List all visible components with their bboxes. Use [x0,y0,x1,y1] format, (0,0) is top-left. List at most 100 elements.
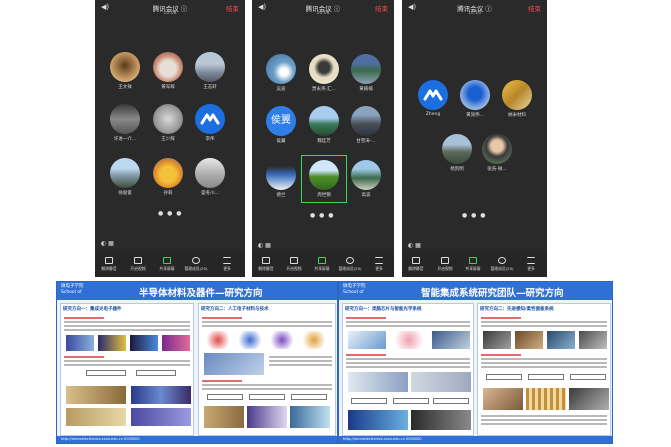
meeting-time: 10:08 [316,11,330,16]
poster-footer: http://microelectronics.xxxx.edu.cn 0000… [339,436,612,443]
avatar[interactable] [153,52,183,82]
end-meeting-button[interactable]: 结束 [375,3,388,13]
avatar[interactable] [351,106,381,136]
meeting-top-bar: ◀) 腾讯会议 ⓘ 10:08 结束 [95,0,245,18]
molecule-image [236,331,264,349]
avatar[interactable] [502,80,532,110]
panel-heading: 研究方向二：先进感知/柔性面板系统 [480,307,554,312]
avatar[interactable] [153,158,183,188]
poster-title: 智能集成系统研究团队—研究方向 [421,288,564,299]
tencent-meeting-logo-icon [423,89,443,101]
research-panel-2: 研究方向二：人工电子材料与技术 [198,303,336,436]
video-button[interactable]: 开启视频 [126,257,150,272]
participant-name: 李伟 [205,137,215,142]
manage-members-button[interactable]: 管理成员(20) [490,257,514,272]
more-button[interactable]: 更多 [367,257,391,272]
molecule-image [204,331,232,349]
array-image [526,388,566,410]
video-button[interactable]: 开启视频 [433,257,457,272]
molecule-image [300,331,328,349]
avatar[interactable] [195,52,225,82]
avatar[interactable] [482,134,512,164]
participant-name: 纳米材料 [508,113,526,118]
hand-icon[interactable]: ◐ ▦ [408,242,421,249]
avatar[interactable] [442,134,472,164]
participant-name: 许进一介... [113,137,137,142]
microscope-image [131,386,191,404]
research-panel-1: 研究方向一：集成光电子器件 [60,303,194,436]
participant-name: Zheng [425,112,441,117]
sensor-image [411,410,471,430]
participant-name: 贾永英-汇... [312,87,336,92]
participant-name: 王少辉 [161,137,175,142]
end-meeting-button[interactable]: 结束 [226,3,239,13]
hand-icon[interactable]: ◐ ▦ [258,242,271,249]
share-screen-button[interactable]: 共享屏幕 [461,257,485,272]
participant-name: 高波 [361,193,371,198]
manage-members-button[interactable]: 管理成员(20) [338,257,362,272]
poster-footer: http://microelectronics.xxxx.edu.cn 0000… [57,436,337,443]
avatar[interactable] [309,160,339,190]
participant-name: 德兰 [276,193,286,198]
page-indicator[interactable]: ● ● ● [158,210,183,217]
avatar[interactable] [309,106,339,136]
avatar[interactable] [266,54,296,84]
video-button[interactable]: 开启视频 [282,257,306,272]
meeting-toolbar: 解除静音 开启视频 共享屏幕 管理成员(20) 更多 [252,251,394,277]
poster-header: 微电子学院 School of 半导体材料及器件—研究方向 [57,282,337,300]
participant-name: 黄楠楠 [359,87,373,92]
research-panel-2: 研究方向二：先进感知/柔性面板系统 [477,303,611,436]
participant-name: 周世钢 [317,193,331,198]
more-button[interactable]: 更多 [519,257,543,272]
avatar[interactable] [110,52,140,82]
flexible-panel-image [569,388,609,410]
share-screen-button[interactable]: 共享屏幕 [310,257,334,272]
poster-title: 半导体材料及器件—研究方向 [139,288,263,299]
spectrum-image [162,335,190,351]
avatar[interactable] [309,54,339,84]
poster-header: 微电子学院 School of 智能集成系统研究团队—研究方向 [339,282,612,300]
participant-name: 孙莉 [163,191,173,196]
end-meeting-button[interactable]: 结束 [528,3,541,13]
share-screen-button[interactable]: 共享屏幕 [155,257,179,272]
photonic-chip-image [66,335,94,351]
avatar[interactable] [418,80,448,110]
avatar[interactable] [110,158,140,188]
more-button[interactable]: 更多 [215,257,239,272]
avatar[interactable]: 侯翼 [266,106,296,136]
avatar[interactable] [153,104,183,134]
avatar[interactable] [351,160,381,190]
participant-name: 杨凯明 [450,167,464,172]
participant-name: 甘雪涛-... [356,139,376,144]
hand-icon[interactable]: ◐ ▦ [101,240,114,247]
avatar[interactable] [195,158,225,188]
participant-name: 侯翼 [276,139,286,144]
page-indicator[interactable]: ● ● ● [462,212,487,219]
tencent-meeting-logo-icon [200,113,220,125]
neural-network-image [348,331,386,349]
meeting-top-bar: ◀) 腾讯会议 ⓘ 10:08 结束 [252,0,394,18]
sensor-device-image [579,331,607,349]
material-image [290,406,330,428]
unmute-button[interactable]: 解除静音 [254,257,278,272]
unmute-button[interactable]: 解除静音 [404,257,428,272]
phone-screen-2: ◀) 腾讯会议 ⓘ 10:08 结束 吴迪 贾永英-汇... 黄楠楠 侯翼 侯翼… [252,0,394,277]
sensor-device-image [547,331,575,349]
avatar[interactable] [266,160,296,190]
network-image [204,353,264,375]
school-logo: 微电子学院 School of [343,284,366,295]
manage-members-button[interactable]: 管理成员(20) [184,257,208,272]
research-panel-1: 研究方向一：类脑芯片与智能光学系统 [342,303,474,436]
page-indicator[interactable]: ● ● ● [310,212,335,219]
material-image [247,406,287,428]
avatar[interactable] [351,54,381,84]
device-image [98,335,126,351]
unmute-button[interactable]: 解除静音 [97,257,121,272]
phone-screen-1: ◀) 腾讯会议 ⓘ 10:08 结束 王文祥 黄军辉 王志轩 许进一介... 王… [95,0,245,277]
participant-name: 黄军辉 [161,85,175,90]
participant-name: 吴迪 [276,87,286,92]
avatar[interactable] [460,80,490,110]
avatar[interactable] [195,104,225,134]
avatar[interactable] [110,104,140,134]
circuit-image [348,372,408,392]
